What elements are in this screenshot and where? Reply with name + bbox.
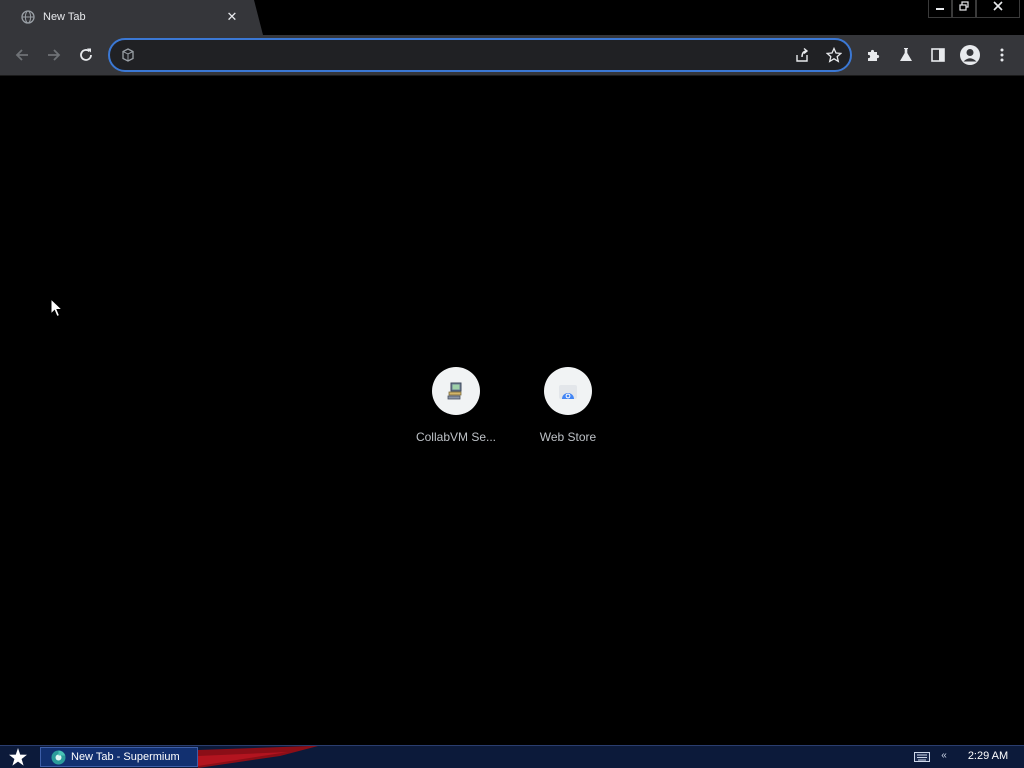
side-panel-icon [931, 48, 945, 62]
shortcut-icon-container [544, 367, 592, 415]
tab-title: New Tab [43, 11, 86, 23]
star-start-icon [9, 748, 27, 766]
shortcut-label: Web Store [539, 430, 597, 444]
back-button[interactable] [8, 41, 36, 69]
mouse-cursor-icon [50, 298, 64, 318]
browser-toolbar [0, 35, 1024, 76]
tray-expand-chevron-icon[interactable]: « [938, 749, 950, 763]
page-info-icon[interactable] [121, 48, 135, 62]
new-tab-page: CollabVM Se... Web Store [0, 77, 1024, 745]
taskbar-item-browser[interactable]: New Tab - Supermium [40, 747, 198, 767]
star-icon [826, 47, 842, 63]
address-input[interactable] [144, 45, 764, 65]
address-bar[interactable] [108, 38, 852, 72]
minimize-icon [936, 8, 944, 10]
share-icon [796, 47, 809, 62]
avatar-icon [960, 45, 980, 65]
taskbar-item-label: New Tab - Supermium [71, 751, 180, 763]
web-store-icon [559, 385, 577, 399]
shortcut-label: CollabVM Se... [415, 430, 497, 444]
extensions-button[interactable] [860, 41, 888, 69]
window-close-button[interactable] [976, 0, 1020, 18]
menu-button[interactable] [988, 41, 1016, 69]
tab-strip: New Tab ✕ [0, 0, 1024, 35]
minimize-button[interactable] [928, 0, 952, 18]
puzzle-icon [868, 49, 880, 61]
taskbar: New Tab - Supermium « 2:29 AM [0, 745, 1024, 768]
browser-app-icon [51, 750, 66, 765]
labs-button[interactable] [892, 41, 920, 69]
forward-arrow-icon [48, 49, 61, 61]
shortcut-web-store[interactable]: Web Store [512, 367, 624, 451]
reload-icon [80, 48, 92, 61]
globe-icon [21, 10, 35, 24]
flask-icon [900, 48, 912, 61]
share-button[interactable] [791, 44, 813, 66]
reload-button[interactable] [72, 41, 100, 69]
shortcut-icon-container [432, 367, 480, 415]
start-button[interactable] [4, 747, 32, 767]
computer-icon [447, 382, 462, 400]
profile-button[interactable] [956, 41, 984, 69]
kebab-menu-icon [1000, 48, 1004, 62]
shortcut-collabvm[interactable]: CollabVM Se... [400, 367, 512, 451]
bookmark-star-button[interactable] [823, 44, 845, 66]
wallpaper-streak [198, 746, 318, 768]
side-panel-button[interactable] [924, 41, 952, 69]
restore-icon [959, 1, 969, 11]
keyboard-icon[interactable] [914, 752, 930, 762]
close-icon [993, 1, 1003, 11]
forward-button[interactable] [40, 41, 68, 69]
tab-new-tab[interactable]: New Tab ✕ [0, 0, 263, 35]
restore-button[interactable] [952, 0, 976, 18]
taskbar-clock[interactable]: 2:29 AM [958, 750, 1018, 762]
back-arrow-icon [15, 49, 28, 61]
tab-close-button[interactable]: ✕ [224, 9, 240, 25]
